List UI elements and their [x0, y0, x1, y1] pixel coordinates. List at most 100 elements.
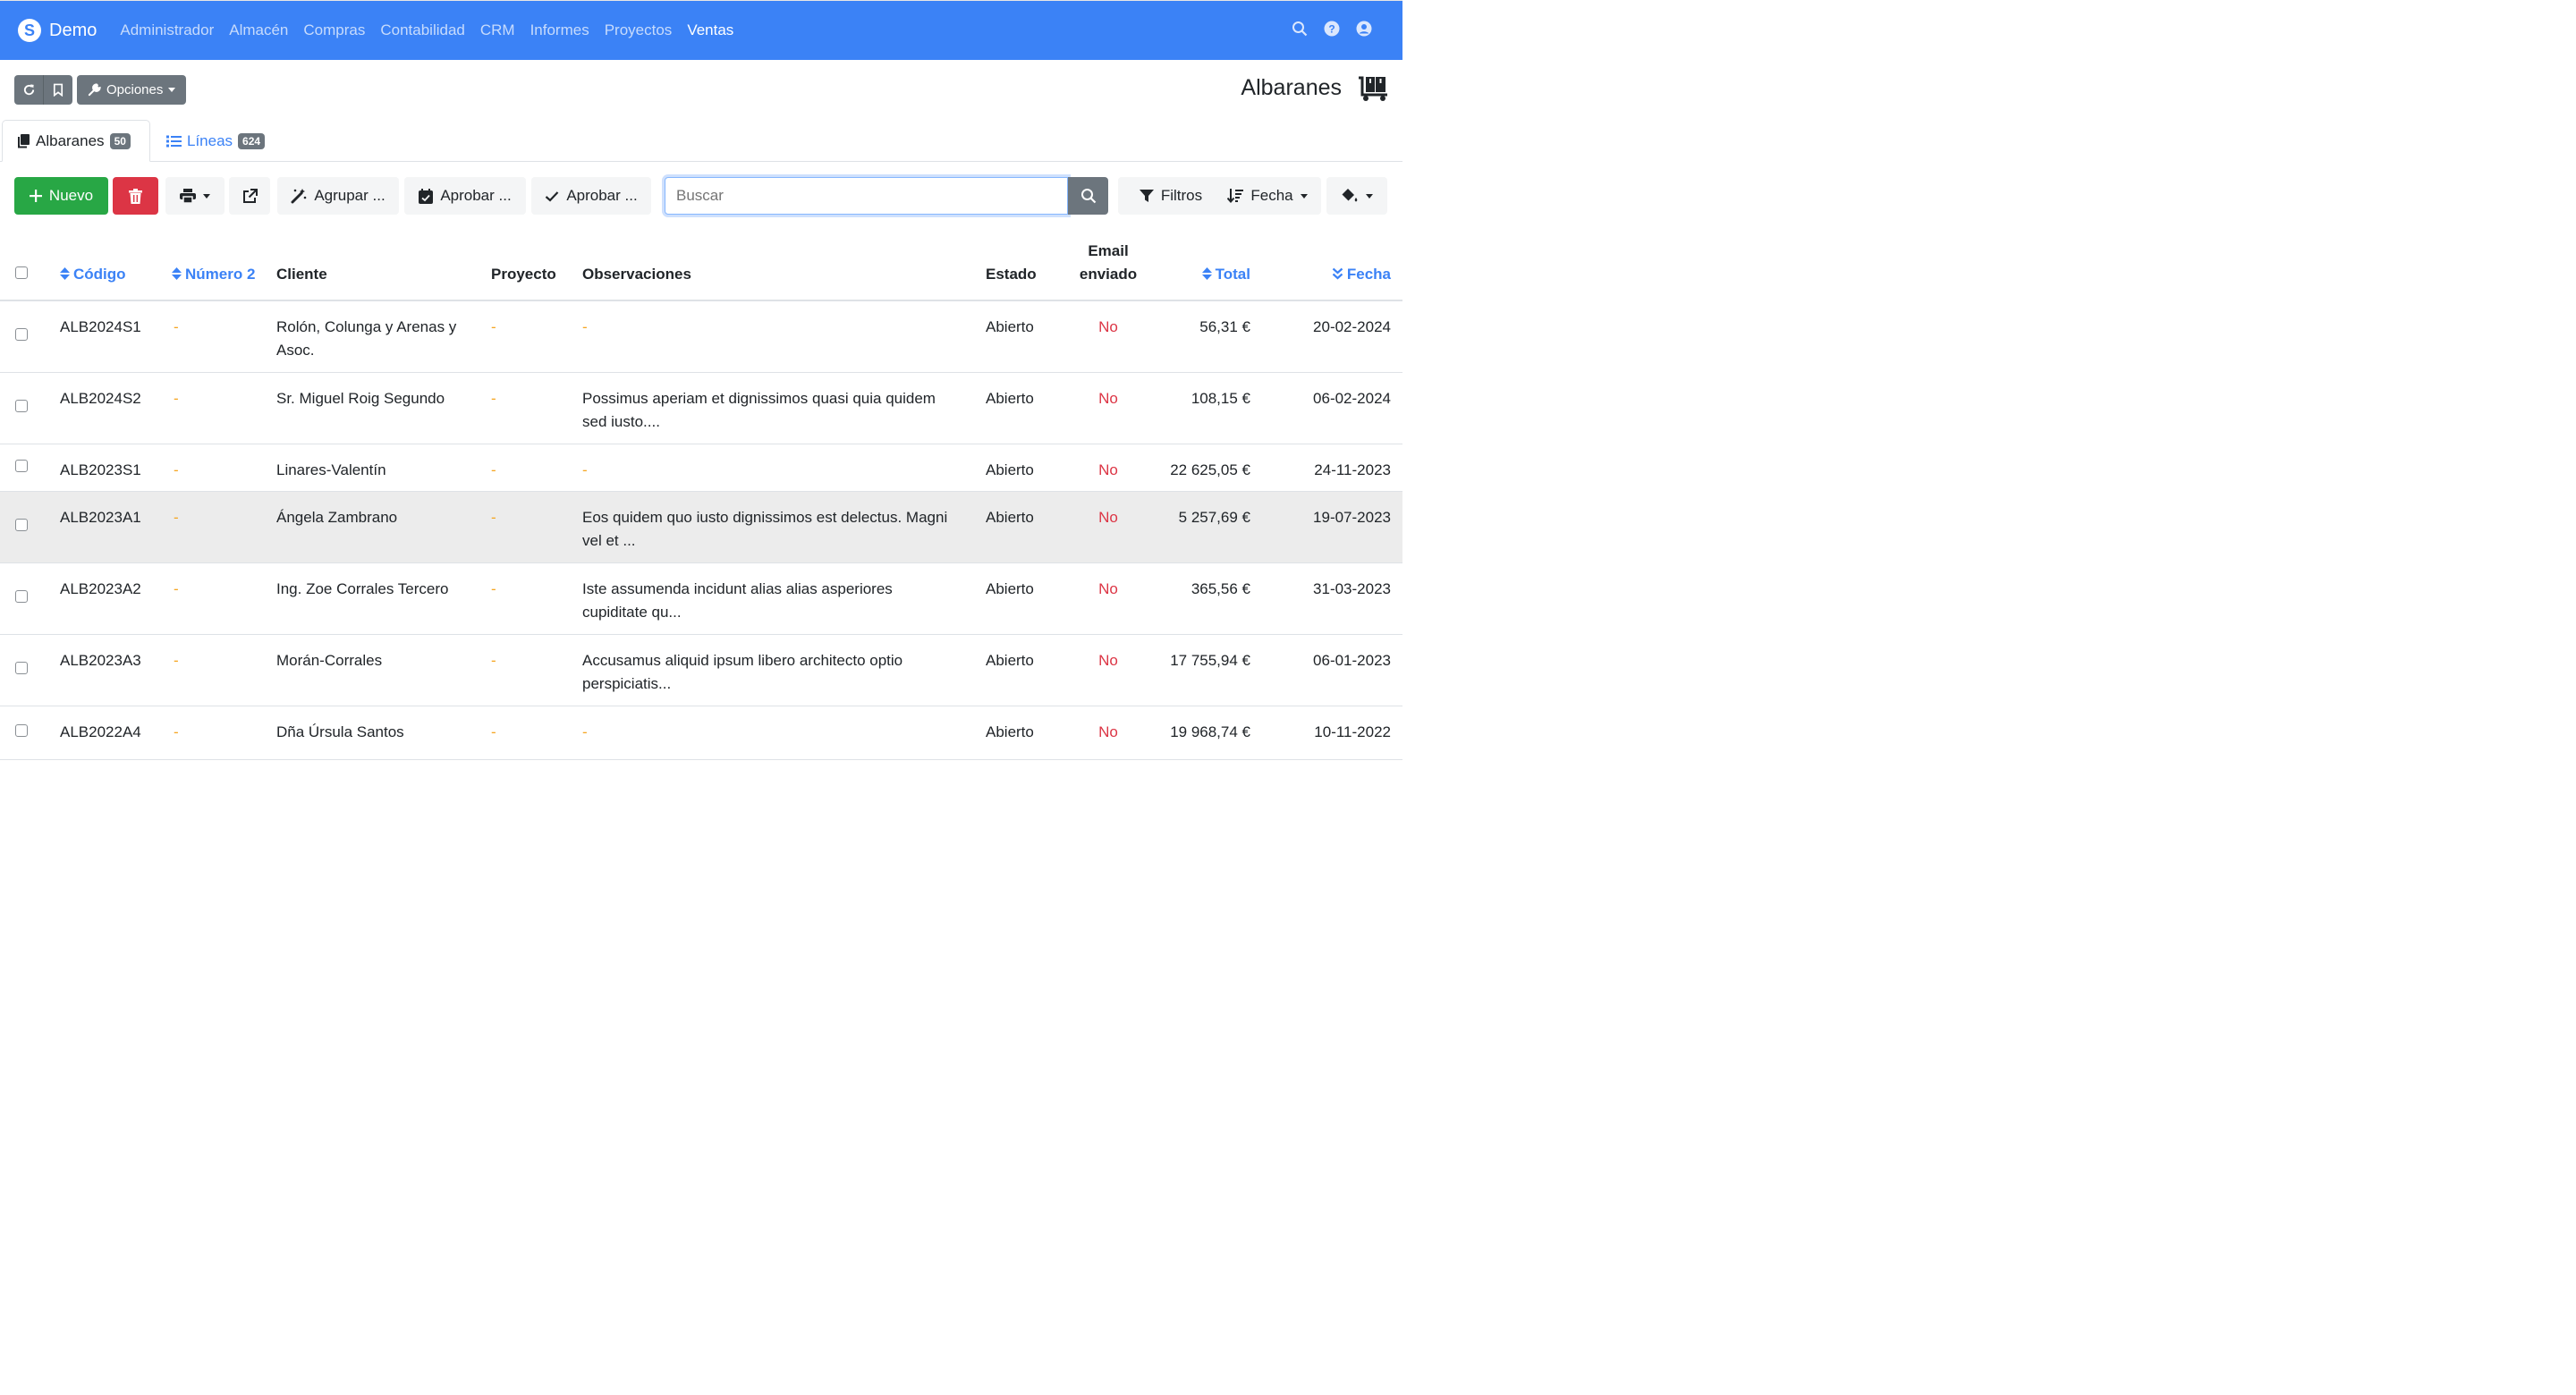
col-numero[interactable]: Número 2 [172, 240, 276, 301]
search-icon[interactable] [1292, 21, 1308, 37]
select-all-checkbox[interactable] [15, 266, 28, 279]
filters-label: Filtros [1160, 187, 1203, 204]
row-select-cell [0, 706, 60, 760]
print-dropdown-button[interactable] [165, 177, 225, 215]
table-row[interactable]: ALB2023A3- Morán-Corrales - Accusamus aliqu… [0, 634, 1402, 706]
caret-down-icon [203, 193, 210, 199]
cell-codigo[interactable]: ALB2023A3 [60, 634, 172, 706]
cell-codigo[interactable]: ALB2024S1 [60, 300, 172, 373]
sort-dropdown-button[interactable]: Fecha [1214, 177, 1321, 215]
sort-icon [60, 267, 70, 280]
bookmark-button[interactable] [43, 75, 72, 105]
cell-email-enviado: No [1077, 706, 1140, 760]
tab-bar: Albaranes 50 Líneas 624 [0, 120, 1402, 162]
table-row[interactable]: ALB2023A2- Ing. Zoe Corrales Tercero - Iste… [0, 562, 1402, 635]
nav-item-crm[interactable]: CRM [480, 21, 515, 39]
list-icon [166, 135, 182, 147]
filters-button[interactable]: Filtros [1118, 177, 1224, 215]
col-codigo[interactable]: Código [60, 240, 172, 301]
nav-item-administrador[interactable]: Administrador [120, 21, 214, 39]
cell-numero: - [172, 562, 276, 635]
refresh-icon [23, 84, 34, 96]
cell-codigo[interactable]: ALB2024S2 [60, 372, 172, 444]
nav-item-ventas[interactable]: Ventas [687, 21, 733, 39]
tab-albaranes-label: Albaranes [36, 131, 105, 149]
cell-proyecto: - [491, 706, 582, 760]
table-row[interactable]: ALB2024S1- Rolón, Colunga y Arenas y Asoc… [0, 300, 1402, 373]
table-header-row: Código Número 2 Cliente Proyecto Observa… [0, 240, 1402, 301]
cell-codigo[interactable]: ALB2023A1 [60, 491, 172, 563]
cell-numero: - [172, 706, 276, 760]
row-checkbox[interactable] [15, 724, 28, 737]
col-fecha-label: Fecha [1346, 266, 1391, 283]
cell-email-enviado: No [1077, 491, 1140, 563]
delete-button[interactable] [113, 177, 158, 215]
col-codigo-label: Código [73, 266, 126, 283]
external-link-icon [242, 188, 258, 203]
row-checkbox[interactable] [15, 459, 28, 472]
new-button[interactable]: Nuevo [14, 177, 108, 215]
approve-button[interactable]: Aprobar ... [531, 177, 651, 215]
select-all-cell [0, 240, 60, 301]
trash-icon [129, 188, 142, 204]
refresh-bookmark-group [14, 75, 72, 105]
sort-amount-icon [1227, 189, 1244, 203]
options-dropdown-button[interactable]: Opciones [77, 75, 187, 105]
nav-item-almacen[interactable]: Almacén [229, 21, 288, 39]
wrench-icon [88, 83, 101, 97]
color-dropdown-button[interactable] [1326, 177, 1387, 215]
group-button[interactable]: Agrupar ... [277, 177, 399, 215]
question-circle-icon[interactable]: ? [1324, 21, 1340, 37]
col-total[interactable]: Total [1140, 240, 1250, 301]
table-row[interactable]: ALB2023S1- Linares-Valentín - - Abierto No 22 … [0, 444, 1402, 492]
cell-fecha: 19-07-2023 [1250, 491, 1402, 563]
cell-cliente: Ing. Zoe Corrales Tercero [276, 562, 491, 635]
row-checkbox[interactable] [15, 590, 28, 603]
row-checkbox[interactable] [15, 400, 28, 412]
page-title: Albaranes [1241, 75, 1342, 100]
tab-albaranes[interactable]: Albaranes 50 [2, 120, 150, 162]
nav-item-compras[interactable]: Compras [303, 21, 365, 39]
search-icon [1080, 189, 1096, 204]
search-button[interactable] [1068, 177, 1108, 215]
cell-total: 365,56 € [1140, 562, 1250, 635]
cell-codigo[interactable]: ALB2023A2 [60, 562, 172, 635]
cell-numero: - [172, 634, 276, 706]
sort-label: Fecha [1250, 187, 1293, 204]
cell-codigo[interactable]: ALB2023S1 [60, 444, 172, 492]
table-row[interactable]: ALB2022A4- Dña Úrsula Santos - - Abierto No 19… [0, 706, 1402, 760]
cell-total: 56,31 € [1140, 300, 1250, 373]
row-checkbox[interactable] [15, 662, 28, 674]
open-external-button[interactable] [229, 177, 270, 215]
dolly-flatbed-icon [1358, 75, 1388, 102]
row-checkbox[interactable] [15, 519, 28, 531]
cell-total: 19 968,74 € [1140, 706, 1250, 760]
nav-item-informes[interactable]: Informes [530, 21, 589, 39]
row-checkbox[interactable] [15, 328, 28, 342]
refresh-button[interactable] [14, 75, 43, 105]
cell-estado: Abierto [986, 706, 1077, 760]
cell-email-enviado: No [1077, 300, 1140, 373]
cell-proyecto: - [491, 562, 582, 635]
user-circle-icon[interactable] [1356, 21, 1372, 37]
table-row[interactable]: ALB2024S2- Sr. Miguel Roig Segundo - Possim… [0, 372, 1402, 444]
cell-codigo[interactable]: ALB2022A4 [60, 706, 172, 760]
table-row[interactable]: ALB2023A1- Ángela Zambrano - Eos quidem quo… [0, 491, 1402, 563]
tab-lineas[interactable]: Líneas 624 [152, 120, 279, 162]
cell-estado: Abierto [986, 300, 1077, 373]
cell-estado: Abierto [986, 491, 1077, 563]
brand[interactable]: S Demo [18, 19, 97, 42]
calendar-check-icon [419, 188, 434, 204]
caret-down-icon [1366, 193, 1373, 199]
approve-date-button[interactable]: Aprobar ... [404, 177, 526, 215]
sort-icon [1201, 267, 1212, 280]
row-select-cell [0, 372, 60, 444]
col-fecha[interactable]: Fecha [1250, 240, 1402, 301]
search-input[interactable] [665, 177, 1068, 215]
cell-email-enviado: No [1077, 372, 1140, 444]
approve-label: Aprobar ... [566, 187, 638, 204]
nav-item-contabilidad[interactable]: Contabilidad [380, 21, 465, 39]
cell-observaciones: - [582, 444, 986, 492]
nav-item-proyectos[interactable]: Proyectos [605, 21, 673, 39]
cell-observaciones: Eos quidem quo iusto dignissimos est del… [582, 491, 986, 563]
